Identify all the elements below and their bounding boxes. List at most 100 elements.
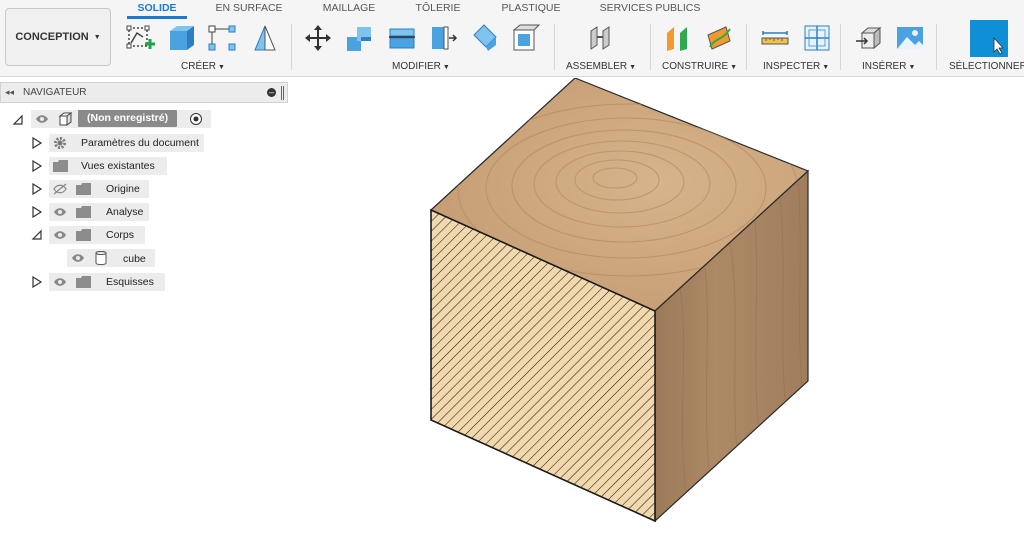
tab-services-publics[interactable]: SERVICES PUBLICS — [595, 1, 705, 19]
combine-button[interactable] — [344, 22, 376, 54]
workspace-label: CONCEPTION — [15, 31, 89, 43]
press-pull-icon — [389, 28, 415, 49]
group-construire[interactable]: CONSTRUIRE ▼ — [662, 61, 737, 72]
browser-panel: ◂◂ NAVIGATEUR – (Non enregistré) Paramèt… — [0, 82, 288, 312]
fillet-icon — [432, 26, 458, 50]
group-selectionner[interactable]: SÉLECTIONNER — [949, 61, 1024, 72]
workspace-switcher-button[interactable]: CONCEPTION ▼ — [5, 8, 111, 66]
tree-item-label: Vues existantes — [81, 160, 155, 172]
tab-en-surface[interactable]: EN SURFACE — [212, 1, 286, 19]
group-inserer-label: INSÉRER — [862, 61, 907, 72]
chevron-down-icon: ▼ — [218, 64, 225, 71]
folder-icon — [53, 160, 68, 172]
pin-handle-icon[interactable] — [281, 86, 284, 100]
insert-image-icon — [897, 27, 923, 49]
select-icon — [993, 36, 1004, 55]
chevron-down-icon: ▼ — [629, 64, 637, 71]
section-analysis-button[interactable] — [801, 22, 833, 54]
split-body-button[interactable] — [469, 22, 501, 54]
expanded-triangle-icon[interactable] — [12, 114, 24, 126]
select-button[interactable] — [970, 20, 1008, 57]
folder-icon — [76, 276, 91, 288]
group-inspecter[interactable]: INSPECTER ▼ — [763, 61, 829, 72]
collapsed-triangle-icon[interactable] — [31, 276, 43, 288]
eye-icon[interactable] — [71, 253, 85, 263]
group-modifier-label: MODIFIER — [392, 61, 441, 72]
offset-plane-icon — [667, 27, 687, 51]
measure-button[interactable] — [759, 22, 791, 54]
toolbar-separator — [650, 24, 651, 70]
tab-solide[interactable]: SOLIDE — [127, 1, 187, 19]
toolbar-separator — [746, 24, 747, 70]
shell-icon — [512, 24, 541, 51]
minimize-icon[interactable]: – — [267, 88, 276, 97]
group-selectionner-label: SÉLECTIONNER — [949, 61, 1024, 72]
eye-icon[interactable] — [53, 207, 67, 217]
press-pull-button[interactable] — [386, 22, 418, 54]
group-creer[interactable]: CRÉER ▼ — [181, 61, 225, 72]
tree-root-label[interactable]: (Non enregistré) — [78, 110, 178, 127]
section-analysis-icon — [804, 25, 830, 51]
ribbon-toolbar: CONCEPTION ▼ SOLIDE EN SURFACE MAILLAGE … — [0, 0, 1024, 77]
tab-tolerie[interactable]: TÔLERIE — [412, 1, 464, 19]
expanded-triangle-icon[interactable] — [31, 229, 43, 241]
collapsed-triangle-icon[interactable] — [31, 160, 43, 172]
joint-icon — [590, 26, 610, 50]
plane-along-path-button[interactable] — [703, 22, 735, 54]
chevron-down-icon: ▼ — [822, 64, 830, 71]
combine-icon — [347, 27, 371, 51]
collapsed-triangle-icon[interactable] — [31, 206, 43, 218]
insert-derive-icon — [856, 26, 882, 50]
create-sketch-icon — [126, 25, 155, 49]
group-inserer[interactable]: INSÉRER ▼ — [862, 61, 915, 72]
measure-icon — [761, 31, 789, 45]
tree-item-label: cube — [123, 253, 146, 265]
radio-active-icon[interactable] — [189, 112, 203, 126]
tree-item-label: Corps — [106, 229, 135, 241]
move-button[interactable] — [302, 22, 334, 54]
insert-canvas-button[interactable] — [894, 22, 926, 54]
group-construire-label: CONSTRUIRE — [662, 61, 729, 72]
tree-item-label: Analyse — [106, 206, 144, 218]
insert-derive-button[interactable] — [853, 22, 885, 54]
gear-icon — [54, 137, 66, 149]
group-modifier[interactable]: MODIFIER ▼ — [392, 61, 450, 72]
fillet-button[interactable] — [427, 22, 459, 54]
shell-button[interactable] — [510, 22, 542, 54]
group-creer-label: CRÉER — [181, 61, 217, 72]
tree-item-label: Esquisses — [106, 276, 154, 288]
group-assembler[interactable]: ASSEMBLER ▼ — [566, 61, 636, 72]
eye-icon[interactable] — [53, 230, 67, 240]
tree-item-label: Origine — [106, 183, 140, 195]
tab-plastique[interactable]: PLASTIQUE — [497, 1, 565, 19]
toolbar-separator — [936, 24, 937, 70]
collapsed-triangle-icon[interactable] — [31, 137, 43, 149]
toolbar-separator — [554, 24, 555, 70]
chevron-down-icon: ▼ — [908, 64, 916, 71]
collapse-panel-icon[interactable]: ◂◂ — [5, 87, 14, 98]
joint-button[interactable] — [584, 22, 616, 54]
tree-item-label: Paramètres du document — [81, 137, 199, 149]
split-icon — [473, 24, 497, 51]
group-assembler-label: ASSEMBLER — [566, 61, 628, 72]
extrude-button[interactable] — [166, 22, 198, 54]
plane-along-path-icon — [707, 26, 731, 50]
chevron-down-icon: ▼ — [93, 33, 101, 41]
fusion-app-window: CONCEPTION ▼ SOLIDE EN SURFACE MAILLAGE … — [0, 0, 1024, 539]
rectangular-pattern-button[interactable] — [206, 22, 238, 54]
rectangle-pattern-icon — [208, 25, 236, 51]
revolve-icon — [254, 25, 276, 51]
cube-body[interactable] — [429, 77, 810, 523]
toolbar-separator — [291, 24, 292, 70]
create-sketch-button[interactable] — [124, 22, 156, 54]
collapsed-triangle-icon[interactable] — [31, 183, 43, 195]
tab-maillage[interactable]: MAILLAGE — [318, 1, 380, 19]
offset-plane-button[interactable] — [663, 22, 695, 54]
folder-icon — [76, 183, 91, 195]
eye-icon[interactable] — [35, 114, 49, 124]
eye-icon[interactable] — [53, 277, 67, 287]
move-icon — [305, 25, 331, 51]
revolve-button[interactable] — [249, 22, 281, 54]
eye-hidden-icon[interactable] — [52, 183, 68, 195]
body-icon — [95, 251, 107, 265]
